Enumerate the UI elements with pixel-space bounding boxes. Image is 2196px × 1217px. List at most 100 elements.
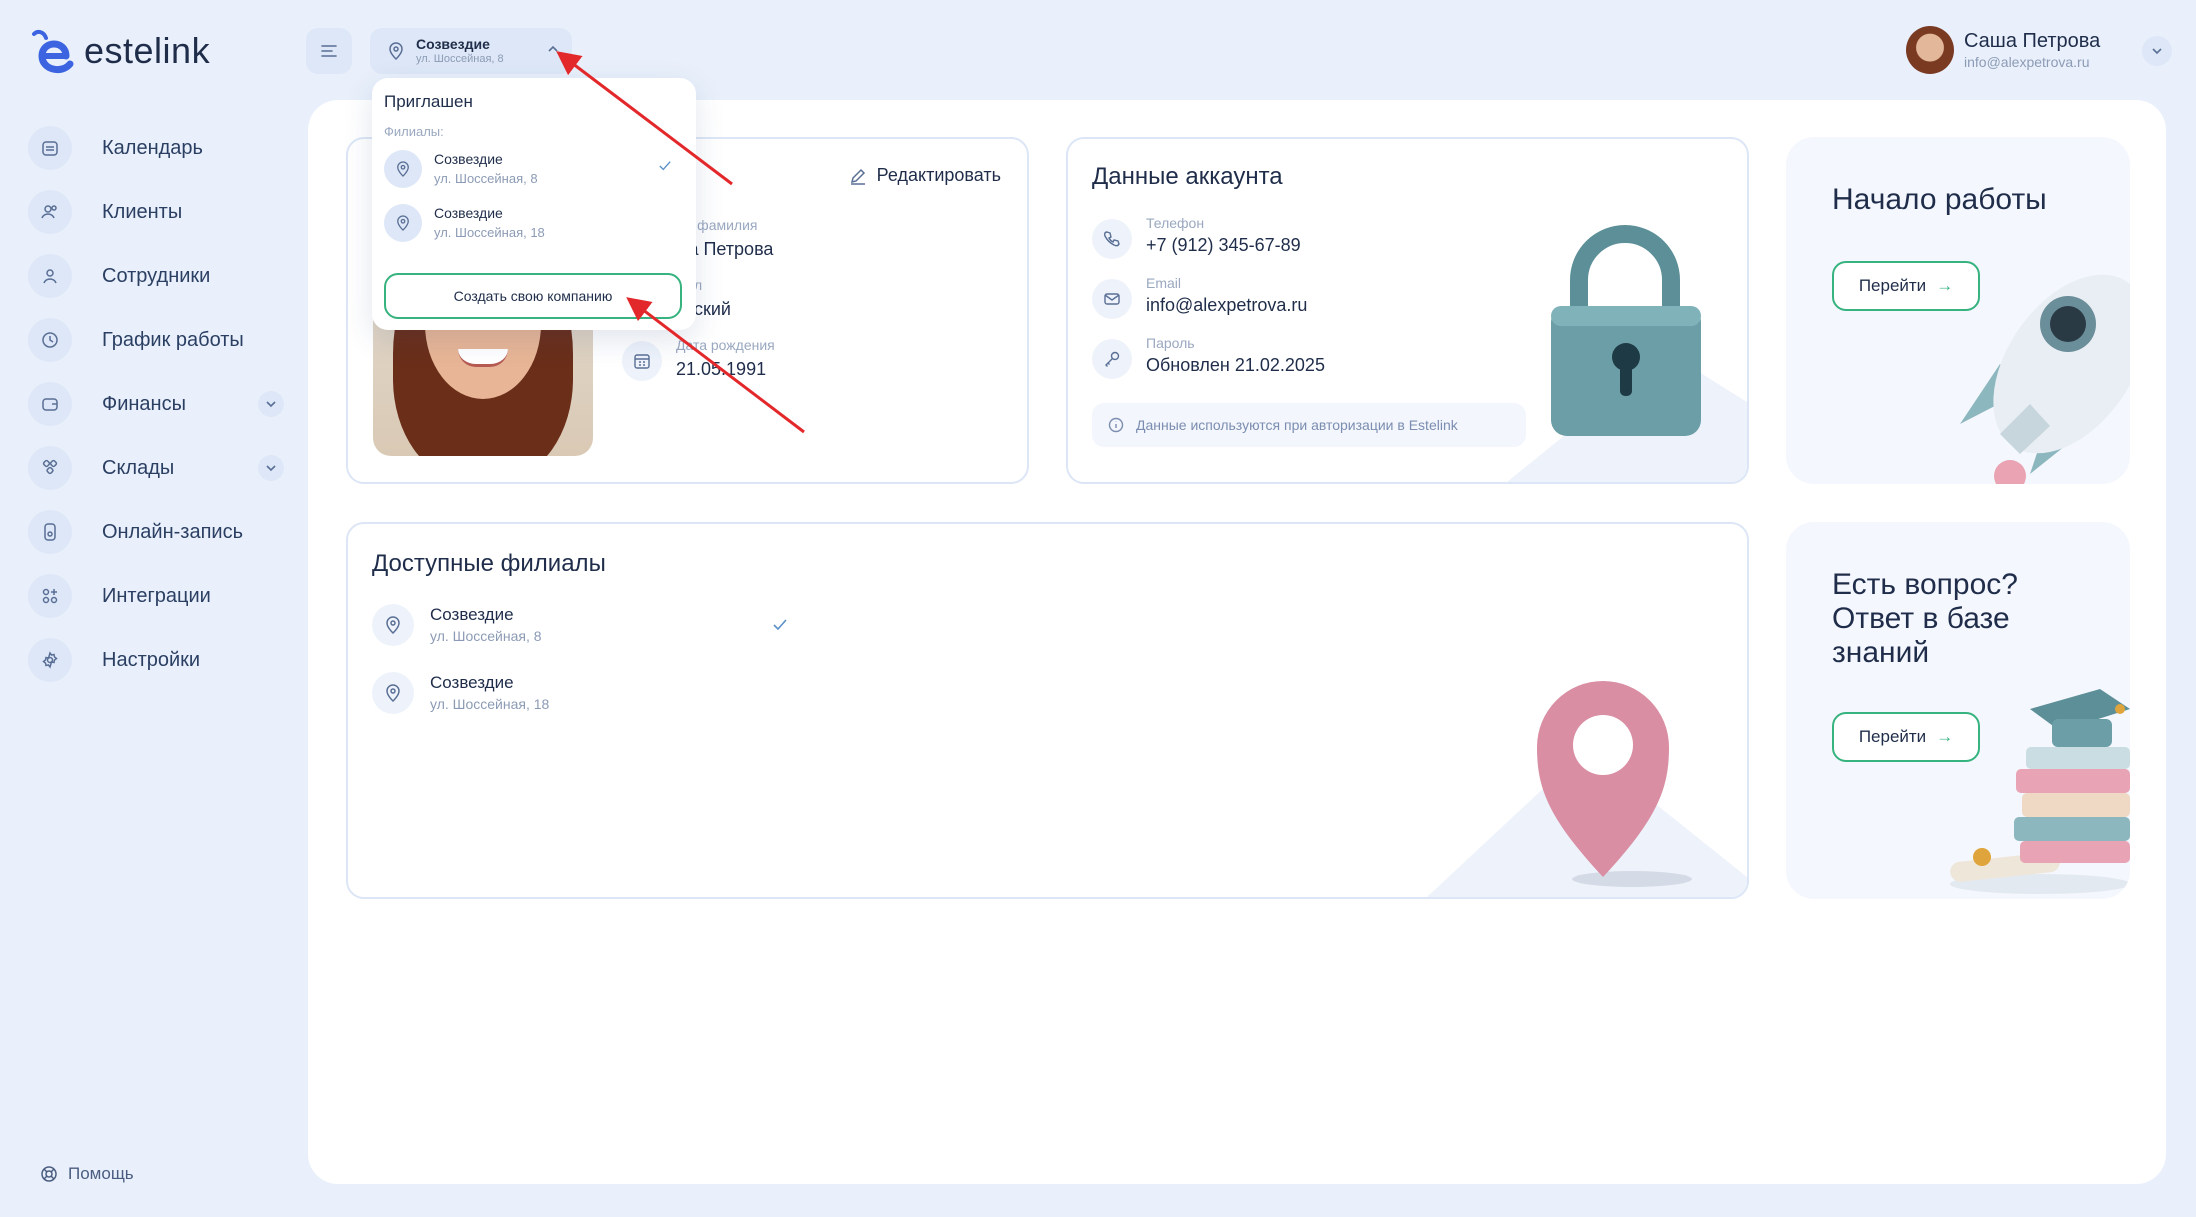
gear-icon <box>28 638 72 682</box>
user-icon <box>28 254 72 298</box>
help-label: Помощь <box>68 1164 134 1183</box>
branch-selector-button[interactable]: Созвездие ул. Шоссейная, 8 <box>370 28 572 74</box>
clock-icon <box>28 318 72 362</box>
padlock-illustration <box>1507 225 1747 482</box>
branch-name: Созвездие <box>430 605 514 625</box>
edit-profile-button[interactable]: Редактировать <box>849 165 1001 186</box>
account-auth-note-text: Данные используются при авторизации в Es… <box>1136 417 1458 433</box>
sidebar-item-settings[interactable]: Настройки <box>28 628 284 692</box>
sidebar-item-warehouses[interactable]: Склады <box>28 436 284 500</box>
account-email-row: Email info@alexpetrova.ru <box>1092 275 1307 319</box>
branch-selector-address: ул. Шоссейная, 8 <box>416 52 504 65</box>
sidebar-item-employees[interactable]: Сотрудники <box>28 244 284 308</box>
chevron-down-icon[interactable] <box>258 455 284 481</box>
menu-toggle-button[interactable] <box>306 28 352 74</box>
sidebar-item-label: График работы <box>102 328 244 351</box>
lifebuoy-icon <box>41 1166 57 1182</box>
calendar-icon <box>28 126 72 170</box>
promo-knowledge-base: Есть вопрос? Ответ в базе знаний Перейти… <box>1786 522 2130 899</box>
menu-lines-icon <box>321 45 337 57</box>
phone-icon <box>1092 219 1132 259</box>
password-label: Пароль <box>1146 335 1195 351</box>
user-profile-menu[interactable]: Саша Петрова info@alexpetrova.ru <box>1906 26 2100 74</box>
sidebar-item-clients[interactable]: Клиенты <box>28 180 284 244</box>
check-icon <box>773 619 787 631</box>
sidebar-item-finance[interactable]: Финансы <box>28 372 284 436</box>
available-branches-card: Доступные филиалы Созвездие ул. Шоссейна… <box>346 522 1749 899</box>
avatar <box>1906 26 1954 74</box>
help-link[interactable]: Помощь <box>40 1164 134 1184</box>
info-icon <box>1108 417 1124 433</box>
sidebar-item-calendar[interactable]: Календарь <box>28 116 284 180</box>
branch-address: ул. Шоссейная, 18 <box>430 696 550 713</box>
sidebar-item-label: Клиенты <box>102 200 183 223</box>
key-icon <box>1092 339 1132 379</box>
branch-address: ул. Шоссейная, 8 <box>430 628 542 645</box>
chevron-down-icon[interactable] <box>258 391 284 417</box>
phone-label: Телефон <box>1146 215 1205 231</box>
account-phone-row: Телефон +7 (912) 345-67-89 <box>1092 215 1301 259</box>
calendar-icon <box>622 341 662 381</box>
logo-icon <box>32 29 74 74</box>
promo-getting-started-title: Начало работы <box>1832 183 2047 216</box>
phone-booking-icon <box>28 510 72 554</box>
pencil-icon <box>850 168 865 185</box>
sidebar-nav: Календарь Клиенты Сотрудники График рабо… <box>28 116 284 692</box>
users-icon <box>28 190 72 234</box>
books-graduation-illustration <box>1950 689 2130 894</box>
sidebar-item-schedule[interactable]: График работы <box>28 308 284 372</box>
dropdown-branch-address: ул. Шоссейная, 18 <box>434 224 545 240</box>
password-value: Обновлен 21.02.2025 <box>1146 355 1325 375</box>
map-pin-illustration <box>1427 681 1747 897</box>
wallet-icon <box>28 382 72 426</box>
grid-plus-icon <box>28 574 72 618</box>
dropdown-branch-address: ул. Шоссейная, 8 <box>434 170 538 186</box>
sidebar-item-label: Склады <box>102 456 175 479</box>
sidebar-item-label: Онлайн-запись <box>102 520 243 543</box>
location-pin-icon <box>389 42 403 60</box>
dropdown-branch-item[interactable]: Созвездие ул. Шоссейная, 8 <box>384 150 684 188</box>
branch-dropdown: Приглашен Филиалы: Созвездие ул. Шоссейн… <box>372 78 696 330</box>
sidebar-item-label: Финансы <box>102 392 186 415</box>
dropdown-branch-name: Созвездие <box>434 205 503 222</box>
account-card-title: Данные аккаунта <box>1092 163 1283 190</box>
check-icon <box>659 161 671 171</box>
location-pin-icon <box>372 672 414 714</box>
promo-getting-started: Начало работы Перейти → <box>1786 137 2130 484</box>
user-email: info@alexpetrova.ru <box>1964 53 2090 70</box>
sidebar-item-online-booking[interactable]: Онлайн-запись <box>28 500 284 564</box>
mail-icon <box>1092 279 1132 319</box>
birth-field-label: Дата рождения <box>676 337 775 353</box>
sidebar-item-label: Интеграции <box>102 584 211 607</box>
branch-list-item[interactable]: Созвездие ул. Шоссейная, 8 <box>372 604 542 646</box>
chevron-up-icon <box>548 45 558 52</box>
sidebar-item-label: Календарь <box>102 136 203 159</box>
edit-profile-label: Редактировать <box>876 165 1001 185</box>
location-pin-icon <box>384 204 422 242</box>
birth-field-value: 21.05.1991 <box>676 359 767 379</box>
sidebar-item-label: Настройки <box>102 648 201 671</box>
sidebar-item-integrations[interactable]: Интеграции <box>28 564 284 628</box>
rocket-illustration <box>1960 274 2130 484</box>
create-company-button[interactable]: Создать свою компанию <box>384 273 682 319</box>
account-password-row: Пароль Обновлен 21.02.2025 <box>1092 335 1325 379</box>
promo-knowledge-base-title: Есть вопрос? Ответ в базе знаний <box>1832 568 2018 669</box>
dropdown-role: Приглашен <box>384 92 473 111</box>
go-button-label: Перейти <box>1858 727 1927 746</box>
brand-name: estelink <box>84 30 211 71</box>
brand-logo[interactable]: estelink <box>28 26 210 76</box>
account-card: Данные аккаунта Телефон +7 (912) 345-67-… <box>1066 137 1749 484</box>
phone-value: +7 (912) 345-67-89 <box>1146 235 1301 255</box>
user-name: Саша Петрова <box>1964 29 2101 52</box>
dropdown-branch-name: Созвездие <box>434 151 503 168</box>
boxes-icon <box>28 446 72 490</box>
dropdown-branches-label: Филиалы: <box>384 124 444 139</box>
branch-name: Созвездие <box>430 673 514 693</box>
location-pin-icon <box>372 604 414 646</box>
user-menu-chevron-button[interactable] <box>2142 36 2172 66</box>
sidebar-item-label: Сотрудники <box>102 264 211 287</box>
branch-selector-name: Созвездие <box>416 36 490 53</box>
chevron-down-icon <box>2152 48 2162 55</box>
dropdown-branch-item[interactable]: Созвездие ул. Шоссейная, 18 <box>384 204 684 242</box>
branch-list-item[interactable]: Созвездие ул. Шоссейная, 18 <box>372 672 549 714</box>
